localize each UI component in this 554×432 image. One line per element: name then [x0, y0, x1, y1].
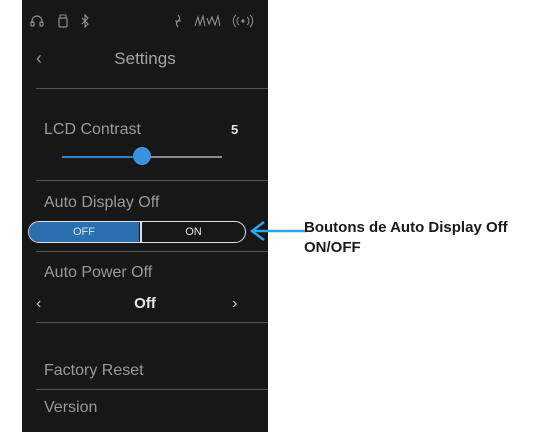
- slider-fill: [62, 156, 142, 158]
- wireless-icon: [232, 14, 254, 28]
- on-button[interactable]: ON: [142, 222, 245, 242]
- slider-thumb[interactable]: [133, 147, 151, 165]
- auto-display-off-toggle[interactable]: OFF ON: [28, 221, 246, 243]
- chevron-right-icon[interactable]: ›: [232, 294, 237, 314]
- mic-level-icon: [194, 14, 221, 27]
- lcd-contrast-label: LCD Contrast: [44, 121, 141, 138]
- off-button[interactable]: OFF: [29, 222, 139, 242]
- status-bar: [22, 0, 268, 38]
- usb-icon: [58, 14, 68, 28]
- menu-item-factory-reset[interactable]: Factory Reset: [44, 361, 144, 381]
- lcd-contrast-value: 5: [231, 122, 239, 137]
- callout-label: Boutons de Auto Display Off ON/OFF: [304, 219, 508, 256]
- bluetooth-icon: [81, 14, 89, 28]
- divider: [36, 322, 268, 323]
- auto-power-off-label: Auto Power Off: [44, 264, 153, 281]
- divider: [36, 389, 268, 390]
- callout-arrow-icon: [249, 221, 306, 241]
- microphone-icon: [175, 14, 181, 28]
- headphones-icon: [30, 15, 44, 27]
- divider: [36, 251, 268, 252]
- piano-screen: ‹ Settings LCD Contrast 5 Auto Display O…: [22, 0, 268, 432]
- menu-item-version[interactable]: Version: [44, 398, 97, 418]
- auto-display-off-label: Auto Display Off: [44, 194, 160, 211]
- divider: [36, 88, 268, 89]
- divider: [36, 180, 268, 181]
- page-title: Settings: [114, 49, 176, 68]
